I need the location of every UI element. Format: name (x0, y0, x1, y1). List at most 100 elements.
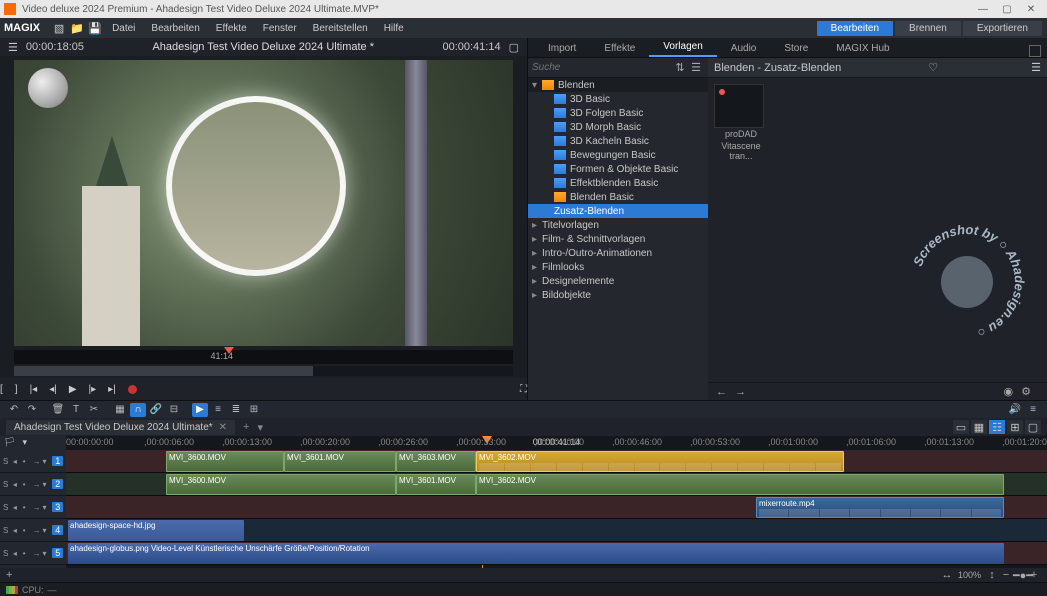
view-popout-button[interactable]: ▢ (1025, 420, 1041, 434)
menu-effekte[interactable]: Effekte (208, 23, 255, 34)
mute-icon[interactable]: ◂ (13, 526, 22, 535)
track-row[interactable]: MVI_3600.MOVMVI_3601.MOVMVI_3603.MOVMVI_… (66, 450, 1047, 473)
group-button[interactable]: ▦ (112, 403, 128, 417)
new-icon[interactable]: ▧ (50, 20, 68, 36)
clip[interactable]: ahadesign-space-hd.jpg (68, 520, 244, 541)
clip[interactable]: MVI_3602.MOV (476, 474, 1004, 495)
tree-node[interactable]: ▸Film- & Schnittvorlagen (528, 232, 708, 246)
preview-seekbar[interactable]: 41:14 (14, 350, 513, 364)
preview-viewport[interactable] (14, 60, 513, 346)
lock-icon[interactable]: • (23, 526, 32, 535)
timeline-ruler[interactable]: 00:00:41:14 00:00:00:00,00:00:06:00,00:0… (66, 436, 1047, 450)
mode-export-button[interactable]: Exportieren (963, 21, 1042, 36)
clip[interactable]: MVI_3603.MOV (396, 451, 476, 472)
tab-close-icon[interactable]: ✕ (219, 422, 227, 433)
menu-fenster[interactable]: Fenster (255, 23, 305, 34)
lock-icon[interactable]: • (23, 503, 32, 512)
tree-node[interactable]: Effektblenden Basic (528, 176, 708, 190)
tree-node[interactable]: Blenden Basic (528, 190, 708, 204)
prev-frame-button[interactable]: ◂| (49, 384, 57, 395)
ungroup-button[interactable]: ⊟ (166, 403, 182, 417)
filter-icon[interactable]: ☰ (688, 61, 704, 74)
tree-node[interactable]: ▸Filmlooks (528, 260, 708, 274)
solo-icon[interactable]: S (3, 549, 12, 558)
record-button[interactable] (128, 385, 137, 394)
redo-button[interactable]: ↷ (24, 403, 40, 417)
mode2-button[interactable]: ≡ (210, 403, 226, 417)
cut-button[interactable]: ✂ (86, 403, 102, 417)
zoom-slider[interactable]: ━●━ (1013, 569, 1027, 582)
add-track-button[interactable]: + (6, 569, 12, 581)
preview-menu-icon[interactable]: ☰ (8, 41, 18, 54)
tab-magixhub[interactable]: MAGIX Hub (822, 40, 903, 57)
view-timeline-button[interactable]: ☷ (989, 420, 1005, 434)
clip[interactable]: MVI_3601.MOV (284, 451, 396, 472)
clip[interactable]: ahadesign-globus.png Video-Level Künstle… (68, 543, 1004, 564)
go-end-button[interactable]: ▸| (108, 384, 116, 395)
tab-effekte[interactable]: Effekte (590, 40, 649, 57)
mode-burn-button[interactable]: Brennen (895, 21, 961, 36)
solo-icon[interactable]: S (3, 503, 12, 512)
tree-node[interactable]: 3D Morph Basic (528, 120, 708, 134)
track-menu-icon[interactable]: ▾ (43, 526, 52, 535)
window-maximize-button[interactable]: ▢ (995, 4, 1019, 15)
view-multi-button[interactable]: ⊞ (1007, 420, 1023, 434)
track-header[interactable]: S◂•→▾2 (0, 473, 66, 496)
track-menu-icon[interactable]: ▾ (43, 480, 52, 489)
tree-node[interactable]: 3D Folgen Basic (528, 106, 708, 120)
tree-node[interactable]: ▸Bildobjekte (528, 288, 708, 302)
range-end-button[interactable]: ] (15, 384, 18, 395)
settings-icon[interactable]: ⚙ (1021, 385, 1031, 398)
panel-popout-icon[interactable] (1029, 45, 1041, 57)
master-icon[interactable]: ≡ (1025, 403, 1041, 417)
tab-import[interactable]: Import (534, 40, 590, 57)
timeline-tab[interactable]: Ahadesign Test Video Deluxe 2024 Ultimat… (6, 420, 235, 435)
tree-node[interactable]: 3D Basic (528, 92, 708, 106)
title-button[interactable]: T (68, 403, 84, 417)
track-menu-icon[interactable]: ▾ (43, 549, 52, 558)
next-frame-button[interactable]: |▸ (89, 384, 97, 395)
zoom-fit-icon[interactable]: ↔ (940, 569, 954, 581)
preview-toggle-icon[interactable]: ◉ (1004, 385, 1014, 398)
browser-menu-icon[interactable]: ☰ (1031, 61, 1041, 74)
track-header[interactable]: S◂•→▾3 (0, 496, 66, 519)
magnet-button[interactable]: ∩ (130, 403, 146, 417)
view-story-button[interactable]: ▦ (971, 420, 987, 434)
tree-node[interactable]: Bewegungen Basic (528, 148, 708, 162)
tree-node[interactable]: ▸Designelemente (528, 274, 708, 288)
view-scene-button[interactable]: ▭ (953, 420, 969, 434)
clip[interactable]: MVI_3602.MOV (476, 451, 844, 472)
sort-icon[interactable]: ⇅ (672, 61, 688, 74)
lock-icon[interactable]: • (23, 480, 32, 489)
preview-hscroll[interactable] (14, 366, 513, 376)
tree-node[interactable]: 3D Kacheln Basic (528, 134, 708, 148)
fx-icon[interactable]: → (33, 457, 42, 466)
menu-bearbeiten[interactable]: Bearbeiten (143, 23, 207, 34)
clip[interactable]: MVI_3600.MOV (166, 474, 396, 495)
track-header[interactable]: S◂•→▾1 (0, 450, 66, 473)
clip[interactable]: mixerroute.mp4 (756, 497, 1004, 518)
mute-icon[interactable]: ◂ (13, 503, 22, 512)
track-row[interactable]: ahadesign-globus.png Video-Level Künstle… (66, 542, 1047, 565)
mute-icon[interactable]: ◂ (13, 457, 22, 466)
tab-audio[interactable]: Audio (717, 40, 771, 57)
solo-icon[interactable]: S (3, 480, 12, 489)
tree-node[interactable]: Formen & Objekte Basic (528, 162, 708, 176)
mixer-icon[interactable]: 🔊 (1007, 403, 1023, 417)
solo-icon[interactable]: S (3, 457, 12, 466)
lock-icon[interactable]: • (23, 457, 32, 466)
marker-dropdown-icon[interactable]: ▾ (23, 437, 28, 447)
tab-dropdown-icon[interactable]: ▾ (257, 421, 263, 434)
fx-icon[interactable]: → (33, 480, 42, 489)
track-row[interactable]: mixerroute.mp4 (66, 496, 1047, 519)
zoom-out-button[interactable]: − (999, 569, 1013, 581)
tree-node[interactable]: Zusatz-Blenden (528, 204, 708, 218)
save-icon[interactable]: 💾 (86, 20, 104, 36)
track-header[interactable]: S◂•→▾4 (0, 519, 66, 542)
undo-button[interactable]: ↶ (6, 403, 22, 417)
fx-icon[interactable]: → (33, 526, 42, 535)
solo-icon[interactable]: S (3, 526, 12, 535)
fx-icon[interactable]: → (33, 549, 42, 558)
mouse-mode-button[interactable]: ▶ (192, 403, 208, 417)
open-icon[interactable]: 📁 (68, 20, 86, 36)
